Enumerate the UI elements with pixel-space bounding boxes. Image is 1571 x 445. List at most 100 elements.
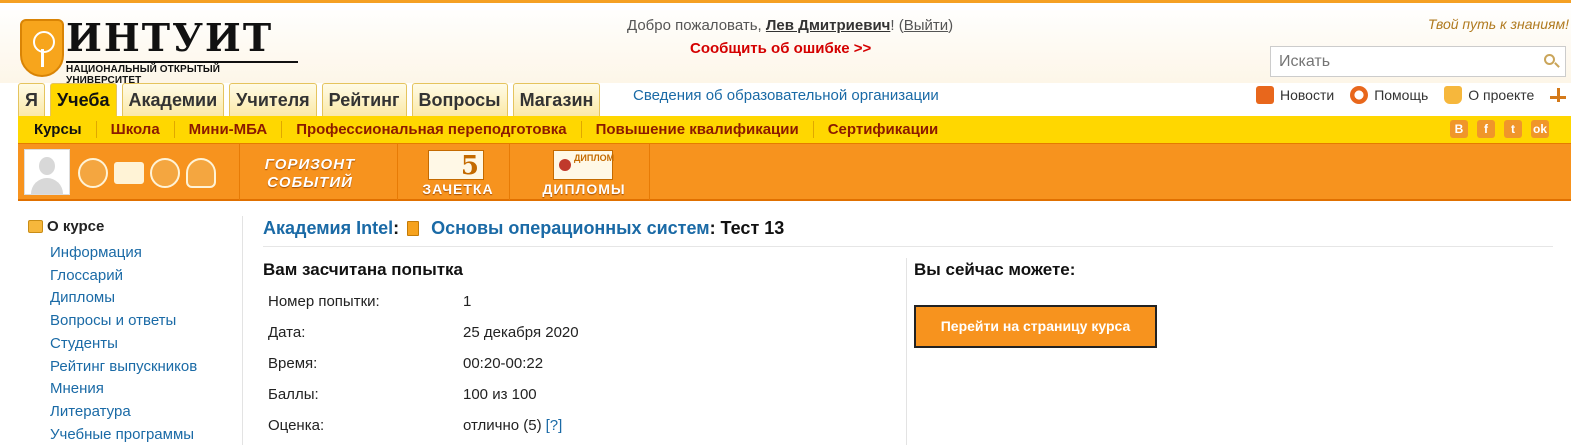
facebook-icon[interactable]: f xyxy=(1477,120,1495,138)
avatar[interactable] xyxy=(24,149,70,195)
gradebook-button[interactable]: ЗАЧЕТКА xyxy=(418,181,498,197)
subnav-retraining[interactable]: Профессиональная переподготовка xyxy=(281,121,580,138)
sidebar-item-literature[interactable]: Литература xyxy=(50,401,228,424)
header-right-links: Новости Помощь О проекте xyxy=(1256,86,1567,104)
main-tabs: Я Учеба Академии Учителя Рейтинг Вопросы… xyxy=(18,83,601,116)
sidebar-item-programs[interactable]: Учебные программы xyxy=(50,424,228,445)
search-input[interactable] xyxy=(1271,47,1531,76)
rss-icon xyxy=(1256,86,1274,104)
attempt-title: Вам засчитана попытка xyxy=(263,260,463,279)
diploma-icon[interactable]: ДИПЛОМ xyxy=(553,150,614,180)
intuit-logo[interactable]: ИНТУИТ НАЦИОНАЛЬНЫЙ ОТКРЫТЫЙ УНИВЕРСИТЕТ xyxy=(18,15,298,86)
user-toolbar: ГОРИЗОНТ СОБЫТИЙ ЗАЧЕТКА ДИПЛОМ ДИПЛОМЫ xyxy=(18,143,1571,201)
toolbar-events-block[interactable]: ГОРИЗОНТ СОБЫТИЙ xyxy=(240,144,398,200)
toolbar-user-block xyxy=(18,144,240,200)
welcome-suffix-open: ! ( xyxy=(890,17,904,34)
events-horizon-line2: СОБЫТИЙ xyxy=(267,174,353,191)
content-divider xyxy=(906,258,907,445)
events-horizon-line1: ГОРИЗОНТ xyxy=(264,156,356,173)
sidebar-heading[interactable]: О курсе xyxy=(28,218,228,235)
date-value: 25 декабря 2020 xyxy=(463,324,579,341)
gradebook-icon[interactable] xyxy=(428,150,484,181)
logo-shield-icon xyxy=(20,19,64,77)
sidebar-list: Информация Глоссарий Дипломы Вопросы и о… xyxy=(50,242,228,445)
social-links: В f t ok xyxy=(1450,120,1549,138)
sidebar-item-reviews[interactable]: Мнения xyxy=(50,378,228,401)
subnav-school[interactable]: Школа xyxy=(95,121,174,138)
table-row: Оценка: отлично (5) [?] xyxy=(268,410,579,441)
lifebuoy-icon xyxy=(1350,86,1369,104)
about-link[interactable]: О проекте xyxy=(1468,87,1534,103)
grade-value: отлично (5) xyxy=(463,417,542,434)
events-horizon-button[interactable]: ГОРИЗОНТ СОБЫТИЙ xyxy=(248,150,372,192)
table-row: Баллы: 100 из 100 xyxy=(268,379,579,410)
table-row: Номер попытки: 1 xyxy=(268,286,579,317)
tab-teachers[interactable]: Учителя xyxy=(229,83,317,116)
sidebar-heading-label: О курсе xyxy=(47,218,105,235)
logout-link[interactable]: Выйти xyxy=(904,17,948,34)
welcome-text: Добро пожаловать, Лев Дмитриевич! (Выйти… xyxy=(627,17,953,34)
help-link[interactable]: Помощь xyxy=(1374,87,1428,103)
user-name-link[interactable]: Лев Дмитриевич xyxy=(766,17,890,34)
sidebar-item-students[interactable]: Студенты xyxy=(50,333,228,356)
org-info-link[interactable]: Сведения об образовательной организации xyxy=(633,87,939,104)
about-icon xyxy=(1444,86,1463,104)
go-to-course-button[interactable]: Перейти на страницу курса xyxy=(914,305,1157,348)
sidebar-item-graduate-rating[interactable]: Рейтинг выпускников xyxy=(50,356,228,379)
sidebar-item-glossary[interactable]: Глоссарий xyxy=(50,265,228,288)
subnav-courses[interactable]: Курсы xyxy=(24,121,96,138)
tab-shop[interactable]: Магазин xyxy=(512,83,601,116)
welcome-suffix-close: ) xyxy=(948,17,954,34)
bell-icon[interactable] xyxy=(186,158,216,188)
tab-academies[interactable]: Академии xyxy=(121,83,225,116)
table-row: Время: 00:20-00:22 xyxy=(268,348,579,379)
sitemap-icon[interactable] xyxy=(1550,88,1567,102)
news-link[interactable]: Новости xyxy=(1280,87,1334,103)
book-icon xyxy=(407,221,420,236)
odnoklassniki-icon[interactable]: ok xyxy=(1531,120,1549,138)
breadcrumb-sep: : xyxy=(393,218,400,238)
attempt-number-value: 1 xyxy=(463,293,472,310)
tab-study[interactable]: Учеба xyxy=(49,83,117,116)
search-icon[interactable] xyxy=(1544,54,1555,65)
site-header: ИНТУИТ НАЦИОНАЛЬНЫЙ ОТКРЫТЫЙ УНИВЕРСИТЕТ… xyxy=(0,3,1571,86)
sidebar-divider xyxy=(242,216,243,445)
breadcrumb-course-link[interactable]: Основы операционных систем xyxy=(431,218,709,239)
subnav-qualification[interactable]: Повышение квалификации xyxy=(580,121,813,138)
attempt-number-label: Номер попытки: xyxy=(268,293,380,310)
twitter-icon[interactable]: t xyxy=(1504,120,1522,138)
breadcrumb-divider xyxy=(263,246,1553,247)
alarm-clock-icon[interactable] xyxy=(78,158,108,188)
report-error-link[interactable]: Сообщить об ошибке >> xyxy=(690,40,871,57)
table-row: Дата: 25 декабря 2020 xyxy=(268,317,579,348)
search-box xyxy=(1270,46,1566,77)
logo-word: ИНТУИТ xyxy=(66,15,274,60)
envelope-icon[interactable] xyxy=(114,162,144,184)
sub-navigation: Курсы Школа Мини-МБА Профессиональная пе… xyxy=(18,116,1571,143)
score-label: Баллы: xyxy=(268,386,319,403)
sidebar-item-qa[interactable]: Вопросы и ответы xyxy=(50,310,228,333)
attempt-info-table: Номер попытки: 1 Дата: 25 декабря 2020 В… xyxy=(268,286,579,441)
grade-cell: отлично (5) [?] xyxy=(463,410,579,441)
time-label: Время: xyxy=(268,355,318,372)
sidebar-item-information[interactable]: Информация xyxy=(50,242,228,265)
actions-title: Вы сейчас можете: xyxy=(914,260,1076,279)
grade-help-link[interactable]: [?] xyxy=(546,417,563,434)
subnav-certifications[interactable]: Сертификации xyxy=(812,121,953,138)
slogan: Твой путь к знаниям! xyxy=(1427,16,1569,32)
tab-me[interactable]: Я xyxy=(18,83,45,116)
diplomas-button[interactable]: ДИПЛОМЫ xyxy=(538,181,630,197)
grade-label: Оценка: xyxy=(268,417,325,434)
sidebar: О курсе Информация Глоссарий Дипломы Воп… xyxy=(28,218,228,445)
tab-rating[interactable]: Рейтинг xyxy=(321,83,407,116)
vk-icon[interactable]: В xyxy=(1450,120,1468,138)
folder-icon xyxy=(28,220,43,233)
score-value: 100 из 100 xyxy=(463,386,537,403)
breadcrumb-academy-link[interactable]: Академия Intel xyxy=(263,218,393,239)
date-label: Дата: xyxy=(268,324,306,341)
tab-questions[interactable]: Вопросы xyxy=(411,83,508,116)
sidebar-item-diplomas[interactable]: Дипломы xyxy=(50,287,228,310)
friends-icon[interactable] xyxy=(150,158,180,188)
time-value: 00:20-00:22 xyxy=(463,355,544,372)
subnav-mini-mba[interactable]: Мини-МБА xyxy=(173,121,282,138)
